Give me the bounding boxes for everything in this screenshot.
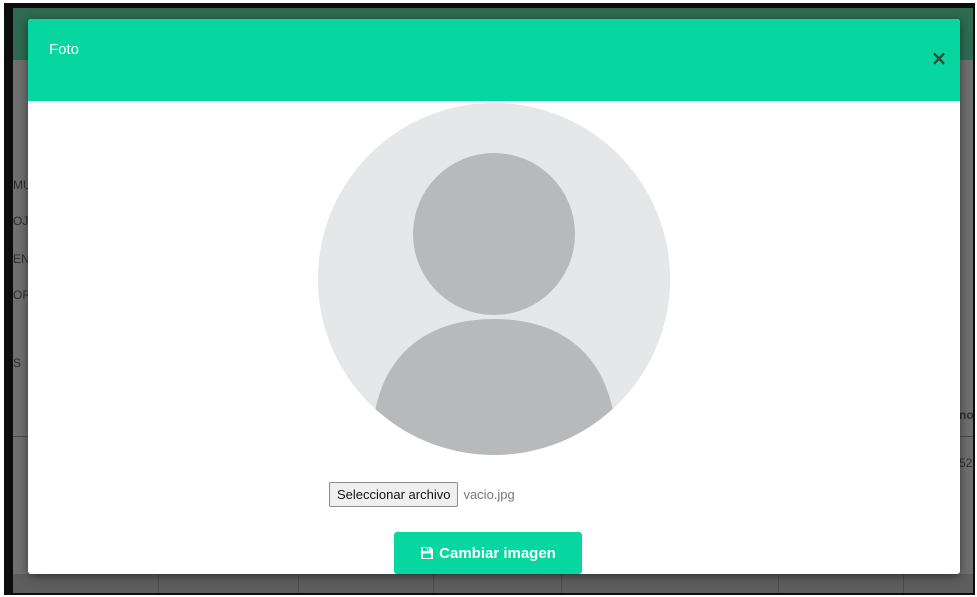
change-image-button[interactable]: Cambiar imagen (394, 532, 582, 574)
background-column-line (158, 574, 159, 593)
background-column-line (561, 574, 562, 593)
file-input: Seleccionar archivo vacio.jpg (329, 481, 515, 507)
photo-modal: Foto × Seleccionar archivo vacio.jpg Cam… (28, 19, 960, 574)
background-text: S (13, 356, 22, 370)
save-icon (421, 547, 434, 559)
avatar (318, 103, 670, 455)
background-text: no (959, 408, 973, 422)
user-silhouette-icon (318, 103, 670, 455)
change-image-label: Cambiar imagen (439, 544, 556, 562)
modal-title: Foto (49, 41, 80, 58)
background-text: 52 (959, 456, 973, 470)
background-column-line (298, 574, 299, 593)
modal-header: Foto × (28, 19, 960, 101)
close-icon[interactable]: × (930, 48, 948, 68)
background-text: OJ (13, 214, 29, 228)
background-footer (13, 574, 973, 593)
background-column-line (903, 574, 904, 593)
background-column-line (433, 574, 434, 593)
background-column-line (778, 574, 779, 593)
select-file-button[interactable]: Seleccionar archivo (329, 481, 459, 507)
selected-file-name: vacio.jpg (463, 486, 515, 502)
